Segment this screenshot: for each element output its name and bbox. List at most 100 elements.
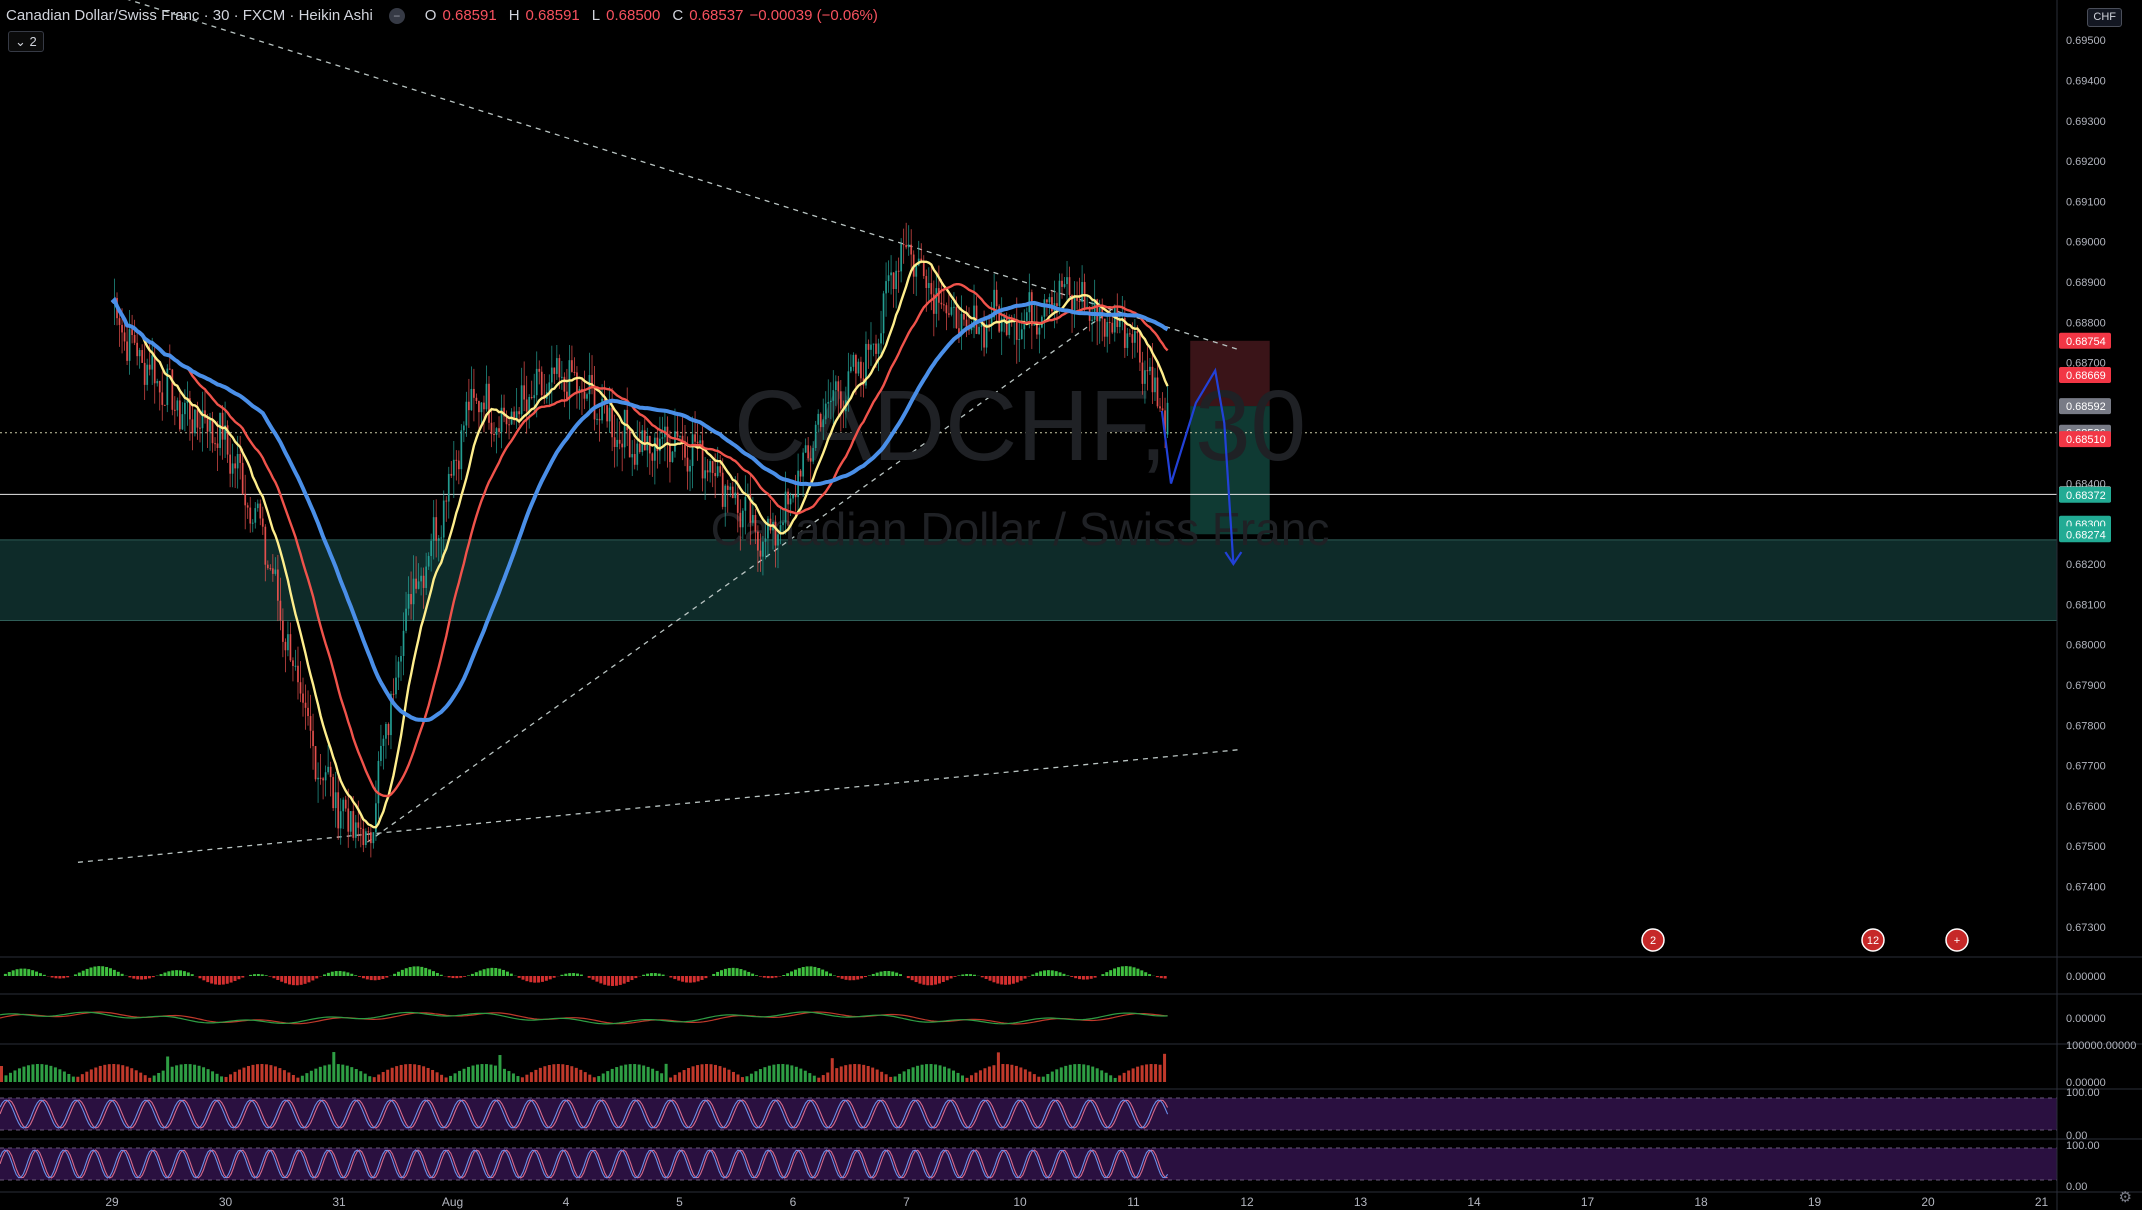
volume-bar [745, 1076, 749, 1082]
price-tick: 0.67700 [2066, 761, 2106, 773]
candle [467, 401, 470, 411]
volume-bar [184, 1064, 188, 1082]
price-tick: 0.68100 [2066, 599, 2106, 611]
volume-bar [390, 1067, 394, 1082]
candle [488, 383, 490, 423]
histogram-bar [1128, 966, 1132, 976]
histogram-bar [1101, 974, 1105, 976]
time-axis[interactable]: 29 30 31 Aug 4 5 6 7 10 11 12 13 14 17 18 19 20 21 [0, 1191, 2142, 1209]
event-marker-1[interactable]: 12 [1861, 928, 1885, 952]
volume-bar [35, 1064, 39, 1082]
candle [633, 454, 636, 465]
volume-bar [121, 1065, 125, 1082]
price-tick: 0.67900 [2066, 680, 2106, 692]
candle [571, 360, 573, 372]
candle [455, 459, 458, 461]
candle [1133, 331, 1136, 343]
event-marker-0[interactable]: 2 [1641, 928, 1665, 952]
candle [887, 275, 890, 282]
candle [314, 746, 317, 780]
histogram-bar [642, 974, 646, 976]
candle [163, 404, 166, 406]
histogram-bar [221, 976, 225, 985]
histogram-bar [315, 976, 319, 979]
settings-gear-icon[interactable]: ⚙ [2119, 1188, 2132, 1206]
hide-legend-icon[interactable]: − [388, 7, 405, 24]
histogram-bar [992, 976, 996, 983]
volume-bar [592, 1077, 596, 1082]
histogram-bar [969, 974, 973, 976]
volume-bar [260, 1064, 264, 1082]
volume-bar [440, 1074, 444, 1082]
trendline-1[interactable] [77, 748, 1242, 863]
histogram-bar [358, 976, 362, 977]
volume-bar [821, 1075, 825, 1082]
volume-bar [709, 1064, 713, 1082]
candle [1091, 319, 1094, 321]
volume-bar [1014, 1065, 1018, 1082]
candle [344, 799, 347, 809]
candle [1156, 377, 1159, 407]
candle [1113, 305, 1116, 333]
candle [302, 693, 304, 703]
volume-bar [449, 1075, 453, 1082]
volume-bar [996, 1052, 1000, 1082]
candle [342, 799, 345, 812]
histogram-bar [797, 968, 801, 976]
event-markers[interactable]: 2 12 + [1641, 928, 1969, 952]
candle [151, 355, 154, 370]
histogram-bar [879, 971, 883, 976]
volume-bar [67, 1073, 71, 1082]
histogram-bar [385, 976, 389, 978]
histogram-bar [1155, 976, 1159, 978]
candle [784, 491, 787, 523]
volume-bar [610, 1068, 614, 1082]
candle [410, 594, 412, 605]
price-tick: 0.69300 [2066, 116, 2106, 128]
symbol-title[interactable]: Canadian Dollar/Swiss Franc · 30 · FXCM … [6, 7, 373, 24]
histogram-bar [42, 974, 46, 976]
price-tick: 0.67500 [2066, 841, 2106, 853]
histogram-bar [252, 974, 256, 976]
price-label: 0.68754 [2066, 336, 2106, 348]
candle [407, 594, 410, 609]
histogram-bar [105, 966, 109, 976]
indicators-collapse-button[interactable]: ⌄ 2 [8, 31, 44, 52]
candle [558, 358, 561, 378]
histogram-bar [891, 971, 895, 976]
candle [385, 723, 387, 739]
histogram-bar [463, 976, 467, 977]
volume-bar [1077, 1064, 1081, 1082]
candle [538, 368, 541, 372]
histogram-bar [1035, 972, 1039, 976]
histogram-bar [988, 976, 992, 981]
price-chart[interactable]: CADCHF, 30 Canadian Dollar / Swiss Franc… [0, 0, 2142, 1210]
volume-bar [1091, 1066, 1095, 1082]
histogram-bar [11, 970, 15, 976]
candle [829, 400, 832, 403]
histogram-bar [696, 976, 700, 982]
histogram-bar [66, 976, 70, 978]
candle [787, 491, 789, 505]
price-axis[interactable]: 0.69500 0.69400 0.69300 0.69200 0.69100 0.690… [2056, 0, 2136, 1210]
volume-bar [26, 1065, 30, 1082]
histogram-bar [669, 976, 673, 978]
candle [963, 313, 965, 320]
histogram-bar [895, 972, 899, 976]
histogram-bar [883, 971, 887, 976]
price-tick: 0.67300 [2066, 922, 2106, 934]
event-marker-2[interactable]: + [1945, 928, 1969, 952]
price-tick: 0.69200 [2066, 156, 2106, 168]
histogram-bar [1007, 976, 1011, 985]
candle [490, 422, 493, 434]
histogram-bar [622, 976, 626, 984]
volume-bar [637, 1064, 641, 1082]
candle [138, 350, 141, 357]
candle [955, 306, 958, 329]
histogram-bar [603, 976, 607, 985]
low-value: 0.68500 [606, 7, 661, 24]
candle [347, 808, 350, 832]
histogram-bar [260, 974, 264, 976]
candle [586, 394, 588, 399]
currency-badge[interactable]: CHF [2087, 8, 2122, 27]
